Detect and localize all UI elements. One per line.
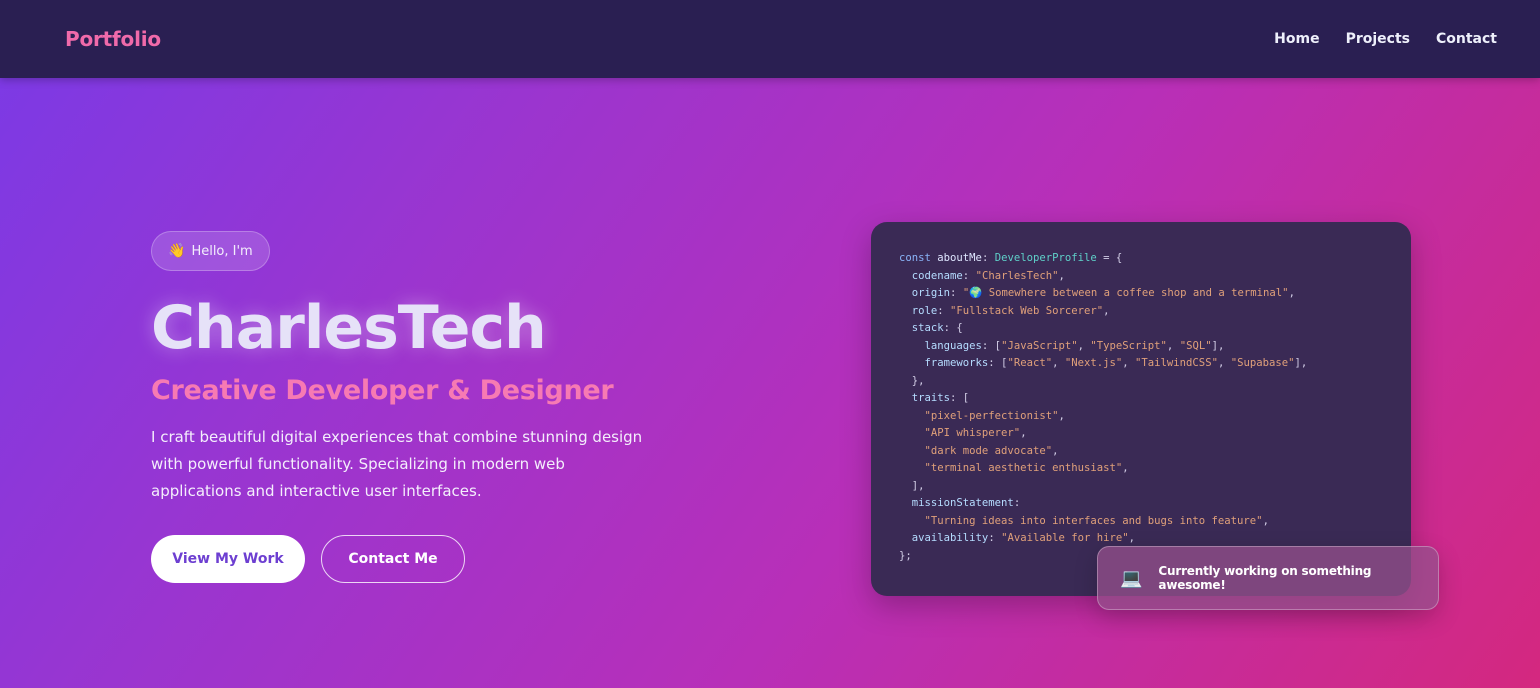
nav-link-projects[interactable]: Projects [1346, 31, 1410, 47]
greeting-badge: 👋 Hello, I'm [151, 231, 270, 271]
navbar: Portfolio Home Projects Contact [0, 0, 1540, 78]
greeting-text: Hello, I'm [191, 243, 253, 259]
code-line-availability: availability: "Available for hire", [911, 532, 1136, 544]
code-line-stack-close: }, [899, 374, 925, 387]
hero-subtitle: Creative Developer & Designer [151, 375, 614, 406]
status-text: Currently working on something awesome! [1158, 564, 1372, 592]
nav-link-contact[interactable]: Contact [1436, 31, 1497, 47]
globe-icon: 🌍 [969, 287, 983, 299]
code-line-stack: stack: { [911, 322, 963, 334]
code-line-trait: "terminal aesthetic enthusiast", [924, 462, 1129, 474]
code-line-languages: languages: ["JavaScript", "TypeScript", … [924, 339, 1225, 352]
code-line-origin: origin: "🌍 Somewhere between a coffee sh… [911, 287, 1295, 299]
code-line-role: role: "Fullstack Web Sorcerer", [911, 304, 1110, 317]
status-badge: 💻 Currently working on something awesome… [1097, 546, 1439, 610]
hero-description: I craft beautiful digital experiences th… [151, 428, 643, 500]
nav-link-home[interactable]: Home [1274, 31, 1319, 47]
hero-section: 👋 Hello, I'm CharlesTech Creative Develo… [151, 231, 671, 583]
code-line-traits: traits: [ [911, 392, 970, 404]
code-line-codename: codename: "CharlesTech", [911, 269, 1065, 282]
code-card: const aboutMe: DeveloperProfile = { code… [871, 222, 1411, 596]
code-line-mission-value: "Turning ideas into interfaces and bugs … [924, 514, 1269, 527]
hero-name: CharlesTech [151, 293, 547, 363]
logo[interactable]: Portfolio [65, 27, 161, 51]
code-line-traits-close: ], [899, 479, 925, 492]
code-line-mission-key: missionStatement: [911, 497, 1021, 509]
laptop-icon: 💻 [1120, 567, 1143, 589]
code-line-trait: "API whisperer", [924, 427, 1027, 439]
code-line-declaration: const aboutMe: DeveloperProfile = { [899, 252, 1123, 264]
code-line-trait: "dark mode advocate", [924, 444, 1059, 457]
hero-buttons: View My Work Contact Me [151, 535, 671, 583]
waving-hand-icon: 👋 [168, 243, 186, 259]
view-my-work-button[interactable]: View My Work [151, 535, 305, 583]
code-line-trait: "pixel-perfectionist", [924, 409, 1065, 422]
nav-links: Home Projects Contact [1274, 31, 1497, 47]
contact-me-button[interactable]: Contact Me [321, 535, 465, 583]
code-line-frameworks: frameworks: ["React", "Next.js", "Tailwi… [924, 357, 1308, 369]
